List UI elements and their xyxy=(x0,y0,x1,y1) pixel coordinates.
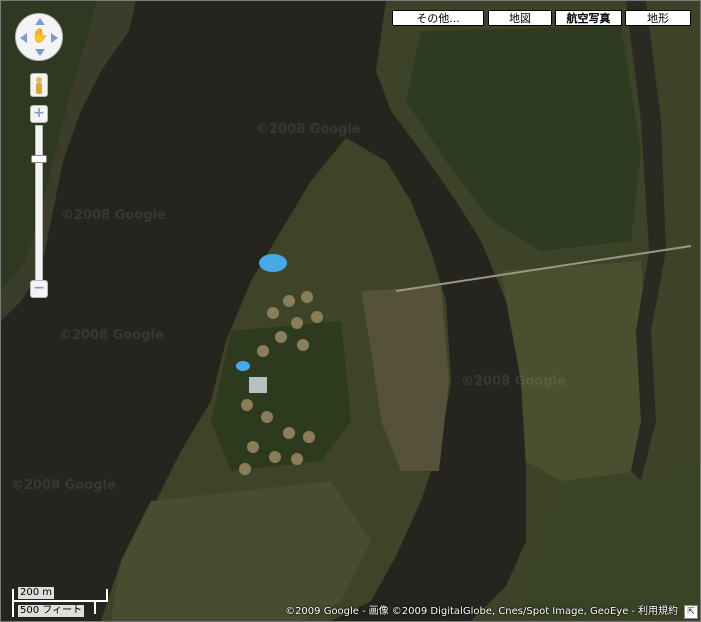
scale-metric-label: 200 m xyxy=(18,587,55,599)
scale-bar: 200 m 500 フィート xyxy=(10,586,110,618)
copyright-google: ©2009 Google xyxy=(285,606,359,617)
hand-icon: ✋ xyxy=(31,28,49,44)
copyright-separator-2: - xyxy=(631,606,635,617)
svg-text:©2008 Google: ©2008 Google xyxy=(461,374,566,389)
terms-link[interactable]: 利用規約 xyxy=(638,606,678,617)
copyright-separator: - xyxy=(361,606,366,617)
pan-control[interactable]: ✋ xyxy=(15,13,63,61)
pan-up-icon[interactable] xyxy=(35,18,45,25)
svg-text:©2008 Google: ©2008 Google xyxy=(59,328,164,343)
resize-corner-icon[interactable]: ⇱ xyxy=(684,605,698,619)
zoom-slider-thumb[interactable] xyxy=(31,154,47,163)
imagery-label: 画像 xyxy=(368,606,389,617)
pegman-icon[interactable] xyxy=(30,73,48,97)
svg-text:©2008 Google: ©2008 Google xyxy=(11,478,116,493)
copyright-notice: ©2009 Google - 画像 ©2009 DigitalGlobe, Cnes… xyxy=(285,602,678,617)
map-type-terrain-button[interactable]: 地形 xyxy=(625,10,691,26)
satellite-imagery: ©2008 Google ©2008 Google ©2008 Google ©… xyxy=(1,1,700,621)
map-type-satellite-button[interactable]: 航空写真 xyxy=(555,10,622,26)
svg-text:©2008 Google: ©2008 Google xyxy=(256,122,361,137)
pan-right-icon[interactable] xyxy=(51,33,58,43)
zoom-slider-track[interactable] xyxy=(35,125,43,281)
zoom-out-button[interactable]: − xyxy=(30,280,48,298)
pan-left-icon[interactable] xyxy=(20,33,27,43)
scale-imperial-label: 500 フィート xyxy=(18,605,85,617)
scale-tick-imperial xyxy=(94,600,96,614)
pan-down-icon[interactable] xyxy=(35,49,45,56)
svg-text:©2008 Google: ©2008 Google xyxy=(61,208,166,223)
copyright-imagery: ©2009 DigitalGlobe, Cnes/Spot Image, Geo… xyxy=(391,606,629,617)
zoom-in-button[interactable]: + xyxy=(30,105,48,123)
map-type-map-button[interactable]: 地図 xyxy=(488,10,552,26)
map-viewport[interactable]: ©2008 Google ©2008 Google ©2008 Google ©… xyxy=(0,0,701,622)
map-type-other-button[interactable]: その他... xyxy=(392,10,484,26)
scale-tick-metric xyxy=(106,589,108,602)
scale-tick-left xyxy=(12,589,14,617)
